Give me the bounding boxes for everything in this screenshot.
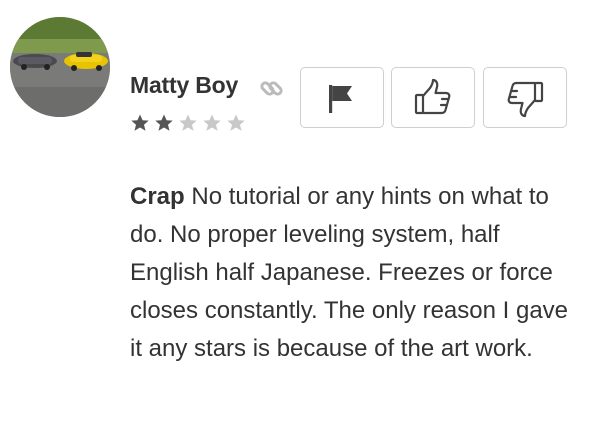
author-name[interactable]: Matty Boy bbox=[130, 72, 238, 99]
review-text: Crap No tutorial or any hints on what to… bbox=[130, 178, 580, 368]
thumbs-up-button[interactable] bbox=[391, 67, 475, 128]
star-empty-icon bbox=[203, 114, 221, 131]
link-icon[interactable] bbox=[257, 74, 287, 104]
thumbs-up-icon bbox=[414, 78, 451, 114]
flag-icon bbox=[329, 84, 352, 113]
avatar-image bbox=[10, 17, 110, 117]
thumbs-down-button[interactable] bbox=[483, 67, 567, 128]
star-rating bbox=[130, 113, 246, 133]
flag-button[interactable] bbox=[300, 67, 384, 128]
avatar[interactable] bbox=[10, 17, 110, 117]
review-body: No tutorial or any hints on what to do. … bbox=[130, 183, 569, 362]
star-empty-icon bbox=[179, 114, 197, 131]
star-empty-icon bbox=[227, 114, 245, 131]
thumbs-down-icon bbox=[507, 81, 544, 117]
star-filled-icon bbox=[155, 114, 173, 131]
star-filled-icon bbox=[131, 114, 149, 131]
review-title: Crap bbox=[130, 183, 185, 210]
